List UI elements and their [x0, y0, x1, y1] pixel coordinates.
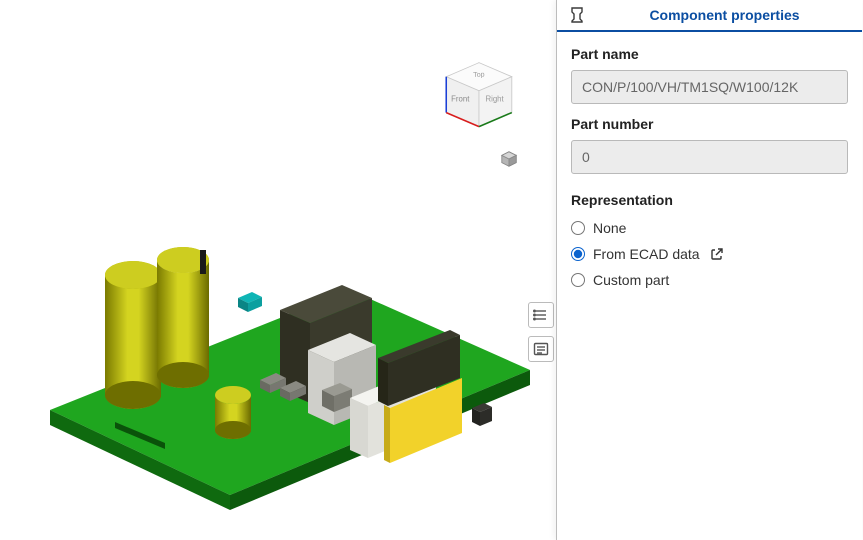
representation-option-custom[interactable]: Custom part — [571, 272, 848, 288]
capacitor-large-1 — [105, 261, 161, 409]
nav-cube-front-label: Front — [451, 95, 470, 104]
small-teal-chip — [238, 292, 262, 312]
capacitor-small — [215, 386, 251, 439]
small-black-post — [200, 250, 206, 274]
panel-tab-title: Component properties — [597, 7, 852, 23]
list-view-button[interactable] — [528, 302, 554, 328]
radio-custom-label: Custom part — [593, 272, 669, 288]
part-name-field[interactable] — [571, 70, 848, 104]
radio-ecad-label: From ECAD data — [593, 246, 700, 262]
nav-cube-right-label: Right — [485, 95, 504, 104]
properties-panel: Component properties Part name Part numb… — [556, 0, 862, 540]
component-icon — [567, 5, 587, 25]
part-number-field[interactable] — [571, 140, 848, 174]
shading-mode-icon[interactable] — [500, 150, 518, 168]
pcb-3d-model[interactable] — [20, 180, 540, 520]
part-number-label: Part number — [571, 116, 848, 132]
panel-tab[interactable]: Component properties — [557, 0, 862, 32]
representation-option-ecad[interactable]: From ECAD data — [571, 246, 848, 262]
representation-group: None From ECAD data Custom part — [571, 220, 848, 288]
details-view-button[interactable] — [528, 336, 554, 362]
radio-none-label: None — [593, 220, 626, 236]
external-link-icon[interactable] — [710, 247, 724, 261]
radio-none[interactable] — [571, 221, 585, 235]
radio-ecad[interactable] — [571, 247, 585, 261]
nav-cube-top-label: Top — [473, 71, 485, 79]
representation-option-none[interactable]: None — [571, 220, 848, 236]
3d-viewport[interactable]: Top Front Right — [0, 0, 555, 540]
representation-label: Representation — [571, 192, 848, 208]
navigation-cube[interactable]: Top Front Right — [440, 58, 518, 136]
part-name-label: Part name — [571, 46, 848, 62]
radio-custom[interactable] — [571, 273, 585, 287]
